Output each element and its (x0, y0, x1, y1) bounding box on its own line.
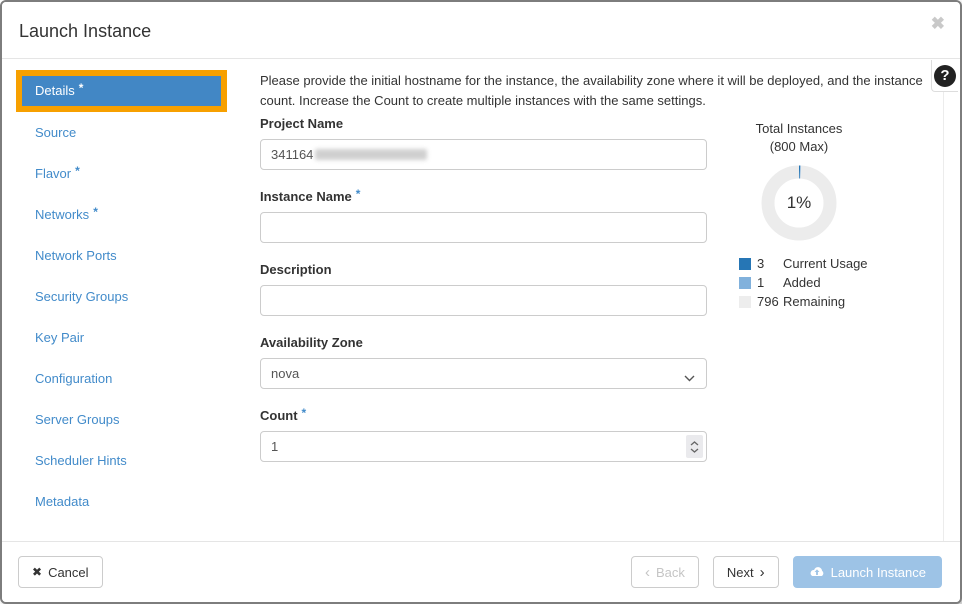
question-icon: ? (934, 65, 956, 87)
quota-subtitle: (800 Max) (714, 139, 884, 154)
sidebar-item-networks[interactable]: Networks * (18, 194, 230, 235)
sidebar-item-label: Server Groups (35, 412, 120, 427)
sidebar-item-label: Source (35, 125, 76, 140)
remaining-swatch (739, 296, 751, 308)
required-asterisk: * (79, 81, 84, 95)
sidebar-item-label: Metadata (35, 494, 89, 509)
quota-percent-label: 1% (758, 162, 840, 244)
x-icon: ✖ (32, 565, 42, 579)
close-icon[interactable]: ✖ (931, 15, 945, 32)
sidebar-item-server-groups[interactable]: Server Groups (18, 399, 230, 440)
legend-label: Current Usage (783, 256, 868, 271)
back-label: Back (656, 565, 685, 580)
required-asterisk: * (93, 205, 98, 219)
count-input[interactable] (260, 431, 707, 462)
next-label: Next (727, 565, 754, 580)
sidebar-item-label: Configuration (35, 371, 112, 386)
chevron-left-icon: ‹ (645, 565, 650, 580)
required-asterisk: * (75, 164, 80, 178)
count-stepper[interactable] (686, 435, 703, 458)
highlight-annotation-box: Details * (16, 70, 227, 112)
chevron-right-icon: › (760, 565, 765, 580)
launch-label: Launch Instance (831, 565, 926, 580)
project-name-input[interactable]: 341164 (260, 139, 707, 170)
sidebar-item-label: Network Ports (35, 248, 117, 263)
back-button[interactable]: ‹ Back (631, 556, 699, 588)
redacted-value-blur (315, 149, 427, 160)
chevron-down-icon (684, 370, 695, 385)
details-form: Project Name 341164 Instance Name* Descr… (260, 116, 707, 481)
next-button[interactable]: Next › (713, 556, 779, 588)
content-edge-divider (943, 60, 944, 541)
description-label: Description (260, 262, 707, 277)
current-usage-swatch (739, 258, 751, 270)
launch-instance-button[interactable]: Launch Instance (793, 556, 942, 588)
sidebar-item-network-ports[interactable]: Network Ports (18, 235, 230, 276)
legend-row-added: 1 Added (739, 273, 939, 292)
modal-title: Launch Instance (19, 21, 151, 42)
legend-row-remaining: 796 Remaining (739, 292, 939, 311)
sidebar-item-scheduler-hints[interactable]: Scheduler Hints (18, 440, 230, 481)
quota-title: Total Instances (714, 121, 884, 136)
sidebar-item-flavor[interactable]: Flavor * (18, 153, 230, 194)
sidebar-item-label: Flavor (35, 166, 71, 181)
launch-instance-modal: Launch Instance ✖ ? Details * Source Flav… (0, 0, 962, 604)
availability-zone-value: nova (271, 366, 299, 381)
legend-value: 3 (757, 256, 783, 271)
legend-row-current-usage: 3 Current Usage (739, 254, 939, 273)
cancel-label: Cancel (48, 565, 88, 580)
project-name-value: 341164 (271, 147, 313, 162)
sidebar-item-key-pair[interactable]: Key Pair (18, 317, 230, 358)
quota-legend: 3 Current Usage 1 Added 796 Remaining (739, 254, 939, 311)
cancel-button[interactable]: ✖ Cancel (18, 556, 103, 588)
cloud-upload-icon (809, 566, 825, 578)
sidebar-item-label: Scheduler Hints (35, 453, 127, 468)
sidebar-item-metadata[interactable]: Metadata (18, 481, 230, 522)
instance-name-label: Instance Name* (260, 189, 707, 204)
added-swatch (739, 277, 751, 289)
chevron-down-icon (690, 448, 699, 453)
help-button[interactable]: ? (931, 60, 958, 92)
sidebar-item-label: Security Groups (35, 289, 128, 304)
sidebar-item-label: Key Pair (35, 330, 84, 345)
legend-value: 796 (757, 294, 783, 309)
instance-name-input[interactable] (260, 212, 707, 243)
availability-zone-label: Availability Zone (260, 335, 707, 350)
legend-label: Added (783, 275, 821, 290)
legend-label: Remaining (783, 294, 845, 309)
sidebar-item-label: Details (35, 83, 75, 98)
intro-text: Please provide the initial hostname for … (260, 71, 926, 111)
modal-header: Launch Instance ✖ (2, 2, 960, 59)
required-asterisk: * (356, 187, 361, 201)
sidebar-item-details[interactable]: Details * (22, 76, 221, 106)
project-name-label: Project Name (260, 116, 707, 131)
sidebar-item-security-groups[interactable]: Security Groups (18, 276, 230, 317)
availability-zone-select[interactable]: nova (260, 358, 707, 389)
description-input[interactable] (260, 285, 707, 316)
count-label: Count* (260, 408, 707, 423)
wizard-sidebar: Details * Source Flavor * Networks * Networ… (18, 70, 230, 522)
required-asterisk: * (302, 406, 307, 420)
sidebar-item-label: Networks (35, 207, 89, 222)
sidebar-item-configuration[interactable]: Configuration (18, 358, 230, 399)
legend-value: 1 (757, 275, 783, 290)
sidebar-item-source[interactable]: Source (18, 112, 230, 153)
chevron-up-icon (690, 441, 699, 446)
modal-footer: ✖ Cancel ‹ Back Next › Launch Instance (2, 541, 960, 602)
